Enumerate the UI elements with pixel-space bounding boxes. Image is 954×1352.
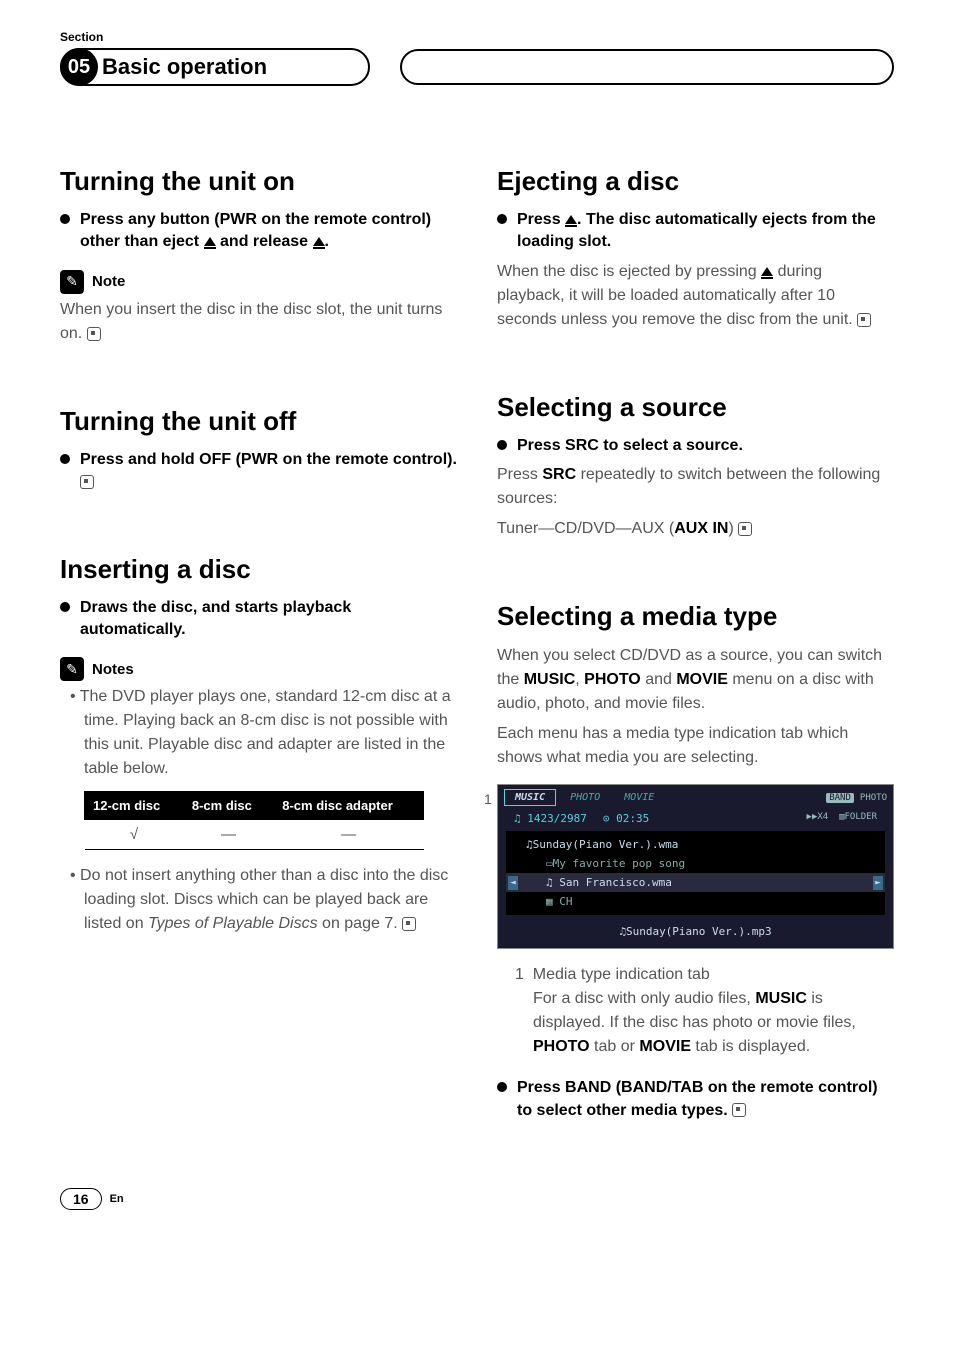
note-label: Note [92,273,125,290]
screenshot-right-info: BAND PHOTO [826,793,887,803]
heading-inserting-disc: Inserting a disc [60,554,457,585]
bullet-icon [60,602,70,612]
media-body-1: When you select CD/DVD as a source, you … [497,644,894,716]
notes-label: Notes [92,661,134,678]
src-body-2: Tuner—CD/DVD—AUX (AUX IN) [497,517,894,541]
eject-icon [204,237,216,246]
tab-photo: PHOTO [560,790,610,805]
end-mark-icon [402,917,416,931]
insert-disc-instruction: Draws the disc, and starts playback auto… [80,597,457,642]
tab-movie: MOVIE [614,790,664,805]
eject-icon [761,267,773,276]
eject-icon [565,215,577,224]
header-row: 05 Basic operation [60,48,894,86]
media-body-2: Each menu has a media type indication ta… [497,722,894,770]
eject-body: When the disc is ejected by pressing dur… [497,260,894,332]
list-item: ▭My favorite pop song [506,854,885,873]
note-text: When you insert the disc in the disc slo… [60,298,457,346]
chapter-number: 05 [60,48,98,86]
list-item-selected: ◄ ♫ San Francisco.wma ► [506,873,885,892]
end-mark-icon [732,1103,746,1117]
turn-off-instruction: Press and hold OFF (PWR on the remote co… [80,449,457,494]
release-icon [313,237,325,246]
heading-selecting-media: Selecting a media type [497,601,894,632]
turn-on-instruction: Press any button (PWR on the remote cont… [80,209,457,254]
bullet-icon [497,1082,507,1092]
right-column: Ejecting a disc Press . The disc automat… [497,166,894,1128]
tab-music: MUSIC [504,789,556,806]
right-arrow-icon: ► [873,876,883,890]
table-cell: — [183,820,273,850]
list-item: ▦ CH [506,892,885,911]
end-mark-icon [87,327,101,341]
bullet-icon [497,440,507,450]
media-screenshot: 1 MUSIC PHOTO MOVIE BAND PHOTO ♫ 1423/29… [497,784,894,949]
heading-ejecting-disc: Ejecting a disc [497,166,894,197]
note-icon: ✎ [60,657,84,681]
note-icon: ✎ [60,270,84,294]
callout-number: 1 [484,791,492,807]
table-cell: — [274,820,424,850]
heading-turning-on: Turning the unit on [60,166,457,197]
heading-turning-off: Turning the unit off [60,406,457,437]
bullet-icon [60,214,70,224]
header-decor [400,49,894,85]
heading-selecting-source: Selecting a source [497,392,894,423]
chapter-pill: 05 Basic operation [60,48,370,86]
end-mark-icon [738,522,752,536]
eject-instruction: Press . The disc automatically ejects fr… [517,209,894,254]
src-body-1: Press SRC repeatedly to switch between t… [497,463,894,511]
table-cell: √ [85,820,184,850]
list-item: ♫Sunday(Piano Ver.).wma [506,835,885,854]
bullet-icon [60,454,70,464]
left-column: Turning the unit on Press any button (PW… [60,166,457,1128]
disc-compat-table: 12-cm disc 8-cm disc 8-cm disc adapter √… [84,791,424,850]
note-item-2: • Do not insert anything other than a di… [60,864,457,936]
end-mark-icon [857,313,871,327]
band-instruction: Press BAND (BAND/TAB on the remote contr… [517,1077,894,1122]
screenshot-info-line: ♫ 1423/2987 ⊙ 02:35 ▶▶X4 ▥FOLDER [498,810,893,827]
table-header: 8-cm disc [183,792,273,820]
screenshot-caption: 1 Media type indication tab For a disc w… [497,963,894,1059]
table-header: 12-cm disc [85,792,184,820]
page-footer: 16 En [60,1188,894,1210]
note-item-1: • The DVD player plays one, standard 12-… [60,685,457,781]
now-playing: ♫Sunday(Piano Ver.).mp3 [498,919,893,948]
table-header: 8-cm disc adapter [274,792,424,820]
left-arrow-icon: ◄ [508,876,518,890]
src-instruction: Press SRC to select a source. [517,435,743,457]
end-mark-icon [80,475,94,489]
section-label: Section [60,30,894,44]
page-number: 16 [60,1188,102,1210]
screenshot-list: ♫Sunday(Piano Ver.).wma ▭My favorite pop… [506,831,885,915]
chapter-title: Basic operation [102,54,267,79]
language-code: En [110,1193,124,1205]
bullet-icon [497,214,507,224]
